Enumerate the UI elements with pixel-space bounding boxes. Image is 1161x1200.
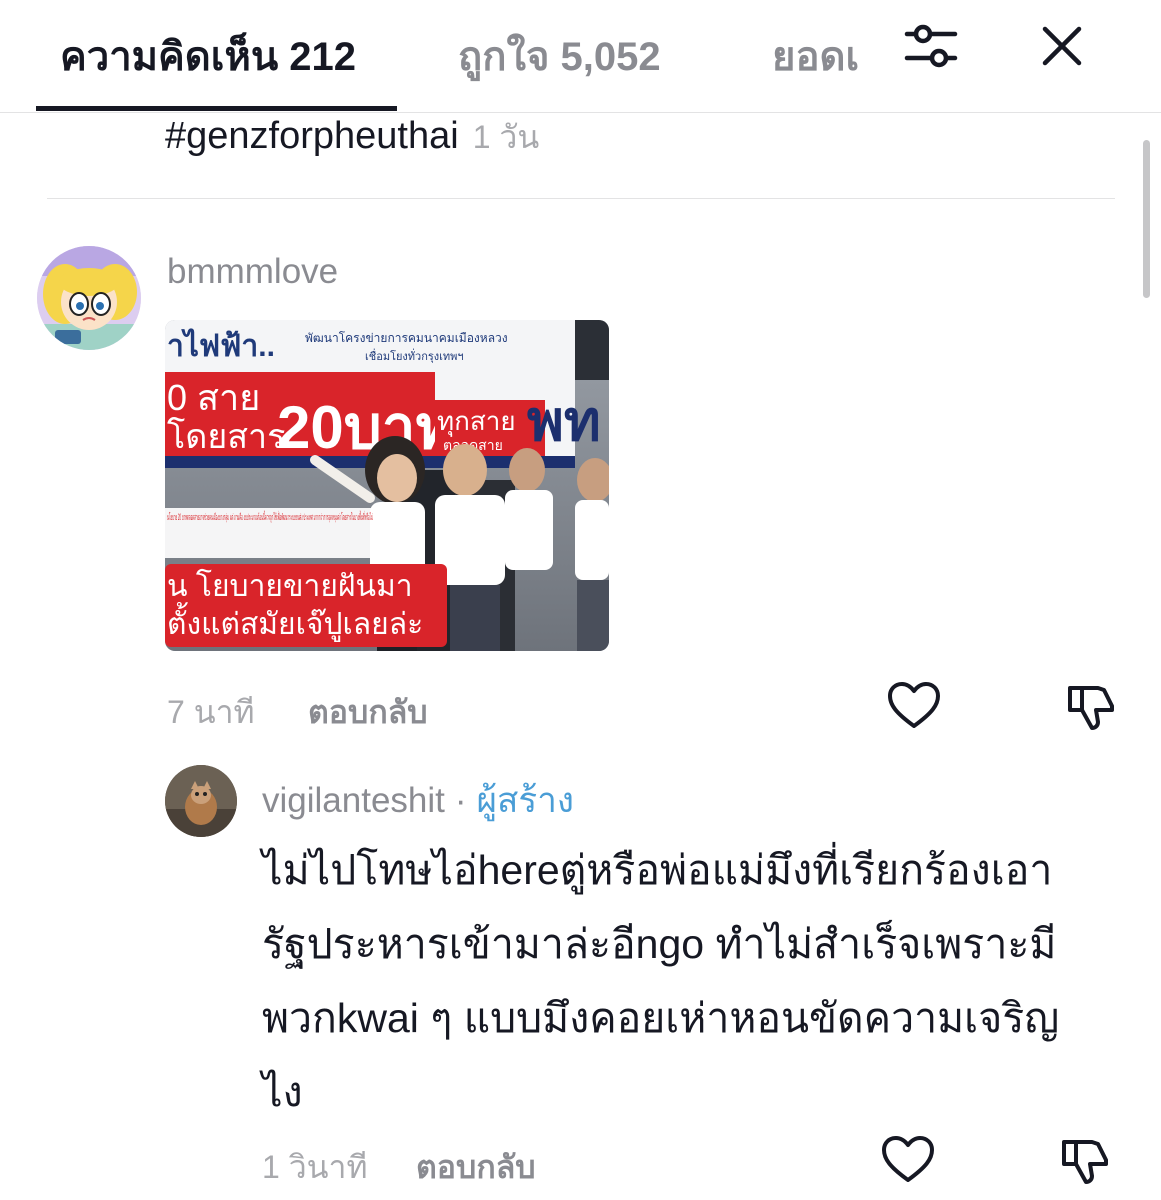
comment-username[interactable]: bmmmlove	[167, 252, 338, 292]
tab-likes[interactable]: ถูกใจ 5,052	[458, 24, 661, 88]
reply-text-line: ไง	[262, 1069, 303, 1115]
reply-username[interactable]: vigilanteshit	[262, 781, 445, 820]
reply-time: 1 วินาที	[262, 1149, 368, 1185]
comment-time: 7 นาที	[167, 694, 255, 730]
reply-avatar-image	[165, 765, 237, 837]
previous-comment: #genzforpheuthai 1 วัน	[165, 112, 539, 163]
reply-username-row: vigilanteshit · ผู้สร้าง	[262, 773, 574, 828]
active-tab-indicator	[36, 106, 397, 111]
image-caption-big1-text: น โยบายขายฝันมา	[167, 568, 413, 603]
image-line1-text: 0 สาย	[167, 377, 260, 418]
image-caption-small-text: นโยบาย 20 บาทตลอดสายอาจช่วยคนเมืองบางกลุ…	[167, 510, 373, 523]
avatar[interactable]	[37, 246, 141, 350]
reply-text-line: ไม่ไปโทษไอ่hereตู่หรือพ่อแม่มึงที่เรียกร…	[262, 847, 1053, 893]
reply-avatar[interactable]	[165, 765, 237, 837]
heart-outline-icon[interactable]	[886, 678, 942, 734]
image-caption-big2-text: ตั้งแต่สมัยเจ๊ปูเลยล่ะ	[167, 602, 423, 642]
comment-image-graphic: าไฟฟ้า.. พัฒนาโครงข่ายการคมนาคมเมืองหลวง…	[165, 320, 609, 651]
reply-text: ไม่ไปโทษไอ่hereตู่หรือพ่อแม่มึงที่เรียกร…	[262, 833, 1112, 1129]
creator-badge: ผู้สร้าง	[476, 781, 574, 820]
filter-button[interactable]	[903, 18, 959, 74]
image-big-price-text: 20บาท	[277, 394, 455, 461]
close-icon	[1042, 26, 1082, 66]
image-top-left-text: าไฟฟ้า..	[167, 328, 275, 363]
previous-comment-time: 1 วัน	[472, 119, 540, 155]
avatar-image	[37, 246, 141, 350]
comments-tab-bar: ความคิดเห็น 212 ถูกใจ 5,052 ยอดเ	[0, 0, 1161, 113]
reply-text-line: รัฐประหารเข้ามาล่ะอีngo ทำไม่สำเร็จเพราะ…	[262, 921, 1057, 967]
reply-text-line: พวกkwai ๆ แบบมึงคอยเห่าหอนขัดความเจริญ	[262, 995, 1060, 1041]
image-banner-top-text: พัฒนาโครงข่ายการคมนาคมเมืองหลวง	[305, 331, 508, 345]
tab-comments[interactable]: ความคิดเห็น 212	[60, 24, 356, 88]
close-button[interactable]	[1034, 18, 1090, 74]
scrollbar[interactable]	[1143, 140, 1150, 298]
sliders-icon	[904, 24, 958, 68]
thumbs-down-icon[interactable]	[1056, 1132, 1112, 1188]
image-right-word-text: ทุกสาย	[437, 406, 516, 437]
reply-reply-button[interactable]: ตอบกลับ	[416, 1142, 536, 1193]
tab-more[interactable]: ยอดเ	[772, 24, 859, 88]
image-line2-text: โดยสาร	[167, 417, 285, 456]
separator-dot: ·	[454, 781, 467, 820]
image-banner-sub-text: เชื่อมโยงทั่วกรุงเทพฯ	[365, 348, 464, 363]
previous-comment-text: #genzforpheuthai	[165, 115, 459, 157]
comment-image[interactable]: าไฟฟ้า.. พัฒนาโครงข่ายการคมนาคมเมืองหลวง…	[165, 320, 609, 651]
comment-reply-button[interactable]: ตอบกลับ	[308, 687, 428, 738]
thumbs-down-icon[interactable]	[1062, 678, 1118, 734]
comment-divider	[47, 198, 1115, 199]
image-party-text: พท	[527, 389, 601, 452]
heart-outline-icon[interactable]	[880, 1132, 936, 1188]
